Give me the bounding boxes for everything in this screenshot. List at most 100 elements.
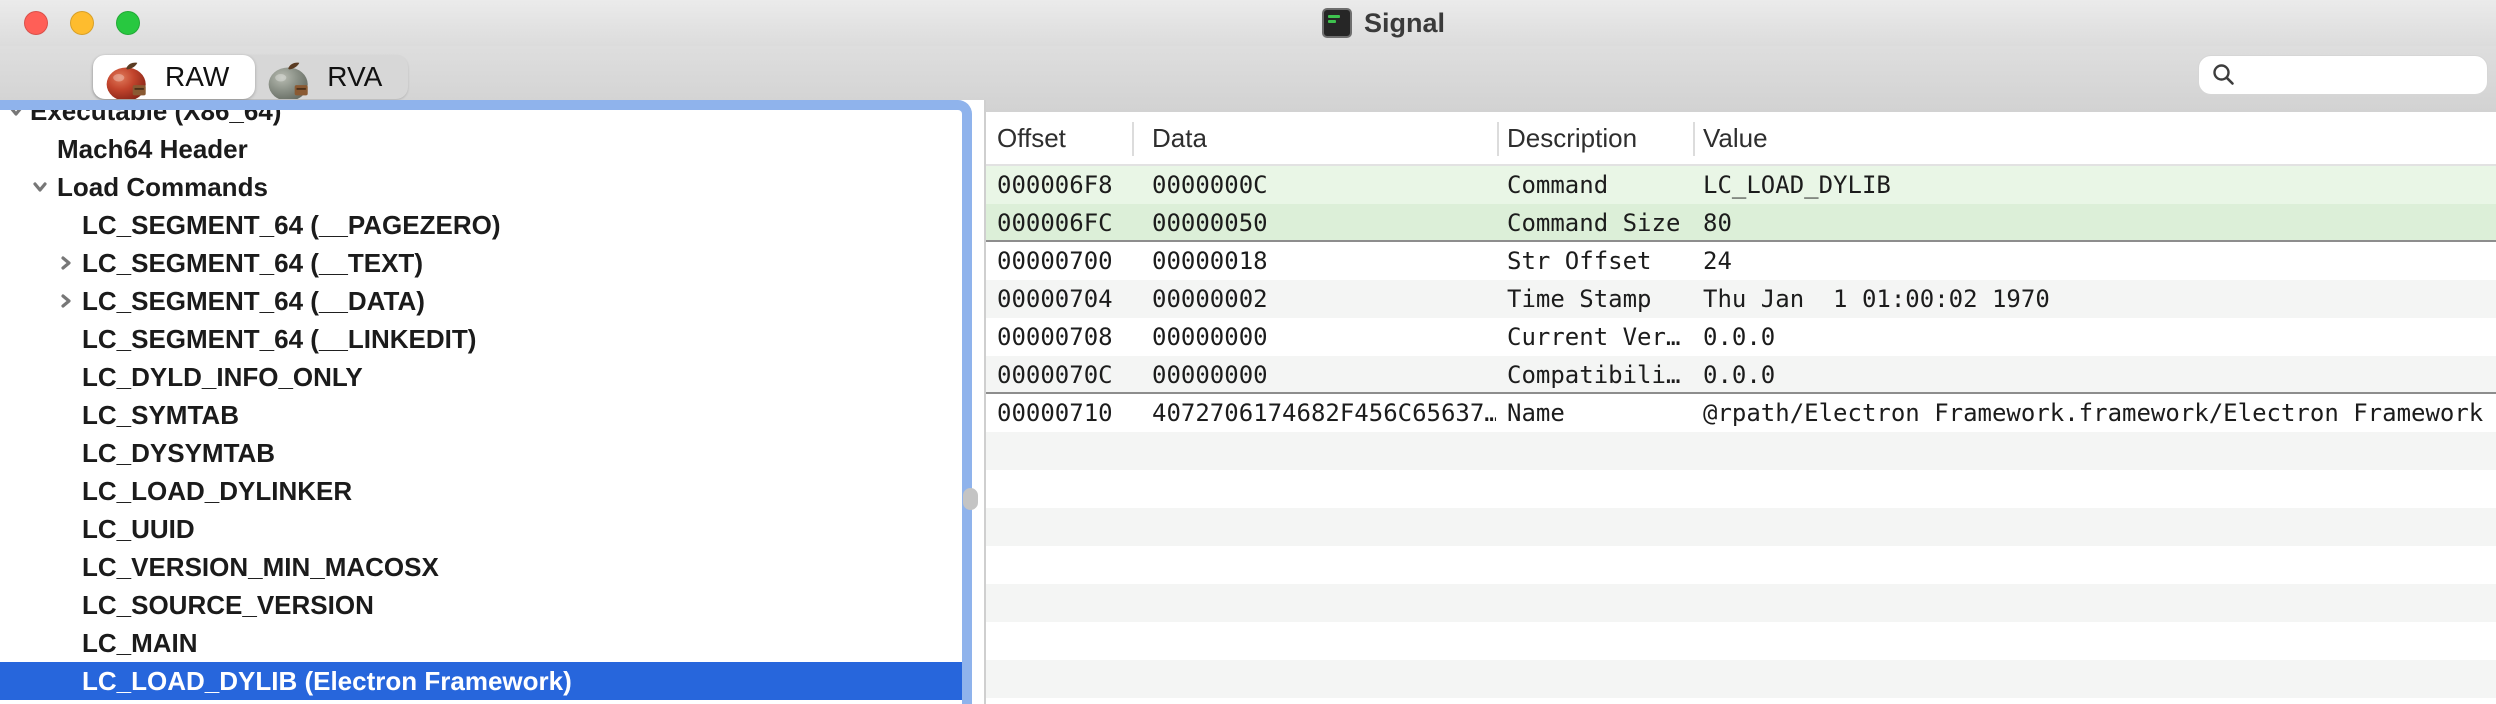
- sidebar-item-lc-segment-64-text[interactable]: LC_SEGMENT_64 (__TEXT): [0, 244, 962, 282]
- column-header-description[interactable]: Description: [1507, 112, 1637, 164]
- title-bar: Signal: [0, 0, 2496, 46]
- window-title: Signal: [1364, 8, 1445, 39]
- table-row-empty: [986, 470, 2496, 508]
- table-row-empty: [986, 584, 2496, 622]
- table-row-offset-00000700[interactable]: 00000700 00000018 Str Offset24: [986, 242, 2496, 280]
- sidebar-item-lc-segment-64-data[interactable]: LC_SEGMENT_64 (__DATA): [0, 282, 962, 320]
- offset-cell: 00000700: [997, 242, 1131, 280]
- table-row-empty: [986, 622, 2496, 660]
- traffic-light-close[interactable]: [24, 11, 48, 35]
- value-cell: 24: [1703, 242, 2493, 280]
- sidebar-item-label: Executable (X86_64): [0, 100, 281, 127]
- document-proxy-icon: [1322, 8, 1352, 38]
- sidebar-item-label: LC_UUID: [0, 514, 195, 545]
- chevron-right-icon[interactable]: [56, 253, 76, 273]
- table-row-offset-000006FC[interactable]: 000006FC00000050Command Size80: [986, 204, 2496, 242]
- sidebar-item-lc-source-version[interactable]: LC_SOURCE_VERSION: [0, 586, 962, 624]
- offset-cell: 0000070C: [997, 356, 1131, 394]
- column-header-offset[interactable]: Offset: [997, 112, 1066, 164]
- description-cell: Str Offset: [1507, 242, 1697, 280]
- table-row-offset-00000710[interactable]: 000007104072706174682F456C65637…Name@rpa…: [986, 394, 2496, 432]
- value-cell: 80: [1703, 204, 2493, 242]
- segment-raw-button[interactable]: .stem{fill:#5a3b22}.trap{fill:#8a5a33}.t…: [93, 55, 255, 99]
- table-row-empty: [986, 698, 2496, 704]
- sidebar-item-label: LC_SYMTAB: [0, 400, 239, 431]
- table-row-offset-00000704[interactable]: 00000704 00000002 Time StampThu Jan 1 01:0…: [986, 280, 2496, 318]
- table-row-empty: [986, 546, 2496, 584]
- value-cell: LC_LOAD_DYLIB: [1703, 166, 2493, 204]
- sidebar-item-lc-dyld-info-only[interactable]: LC_DYLD_INFO_ONLY: [0, 358, 962, 396]
- data-cell: 00000000: [1152, 318, 1496, 356]
- apple-icon: .stem{fill:#5a3b22}.trap{fill:#8a5a33}.t…: [99, 55, 155, 99]
- sidebar-item-lc-segment-64-pagezero[interactable]: LC_SEGMENT_64 (__PAGEZERO): [0, 206, 962, 244]
- sidebar-item-lc-version-min-macosx[interactable]: LC_VERSION_MIN_MACOSX: [0, 548, 962, 586]
- sidebar-item-lc-dysymtab[interactable]: LC_DYSYMTAB: [0, 434, 962, 472]
- data-cell: 4072706174682F456C65637…: [1152, 394, 1496, 432]
- table-row-empty: [986, 660, 2496, 698]
- search-field: [2198, 55, 2488, 95]
- load-commands-tree: Executable (X86_64) Mach64 HeaderLoad Com…: [0, 100, 962, 700]
- offset-cell: 00000704: [997, 280, 1131, 318]
- column-divider[interactable]: [1132, 122, 1134, 156]
- value-cell: 0.0.0: [1703, 356, 2493, 394]
- sidebar-item-label: LC_SOURCE_VERSION: [0, 590, 374, 621]
- table-header: Offset Data Description Value: [986, 112, 2496, 166]
- column-header-value[interactable]: Value: [1703, 112, 1768, 164]
- table-row-empty: [986, 432, 2496, 470]
- sidebar-item-label: LC_SEGMENT_64 (__PAGEZERO): [0, 210, 501, 241]
- description-cell: Current Ver…: [1507, 318, 1697, 356]
- sidebar-item-lc-load-dylinker[interactable]: LC_LOAD_DYLINKER: [0, 472, 962, 510]
- value-cell: Thu Jan 1 01:00:02 1970: [1703, 280, 2493, 318]
- chevron-down-icon[interactable]: [6, 101, 26, 121]
- sidebar-item-label: Mach64 Header: [0, 134, 248, 165]
- sidebar-item-load-commands[interactable]: Load Commands: [0, 168, 962, 206]
- description-cell: Time Stamp: [1507, 280, 1697, 318]
- column-header-data[interactable]: Data: [1152, 112, 1207, 164]
- sidebar-item-lc-load-dylib-electron-framework[interactable]: LC_LOAD_DYLIB (Electron Framework): [0, 662, 972, 700]
- table-row-offset-00000708[interactable]: 0000070800000000Current Ver…0.0.0: [986, 318, 2496, 356]
- apple-icon-gray: [261, 55, 317, 99]
- sidebar-item-lc-symtab[interactable]: LC_SYMTAB: [0, 396, 962, 434]
- sidebar-item-mach64-header[interactable]: Mach64 Header: [0, 130, 962, 168]
- sidebar-item-label: LC_LOAD_DYLINKER: [0, 476, 352, 507]
- chevron-right-icon[interactable]: [56, 291, 76, 311]
- description-cell: Compatibili…: [1507, 356, 1697, 394]
- sidebar-item-label: LC_DYSYMTAB: [0, 438, 275, 469]
- sidebar-item-lc-segment-64-linkedit[interactable]: LC_SEGMENT_64 (__LINKEDIT): [0, 320, 962, 358]
- sidebar-outline-view: Executable (X86_64) Mach64 HeaderLoad Com…: [0, 100, 972, 704]
- data-cell: 0000000C: [1152, 166, 1496, 204]
- segment-raw-label: RAW: [165, 61, 229, 93]
- segment-rva-label: RVA: [327, 61, 382, 93]
- table-row-empty: [986, 508, 2496, 546]
- offset-cell: 00000710: [997, 394, 1131, 432]
- sidebar-item-label: LC_MAIN: [0, 628, 198, 659]
- sidebar-item-executable-x86-64[interactable]: Executable (X86_64): [0, 100, 962, 130]
- table-row-offset-000006F8[interactable]: 000006F80000000CCommandLC_LOAD_DYLIB: [986, 166, 2496, 204]
- search-icon: [2211, 62, 2237, 88]
- column-divider[interactable]: [1497, 122, 1499, 156]
- value-cell: 0.0.0: [1703, 318, 2493, 356]
- sidebar-item-label: LC_VERSION_MIN_MACOSX: [0, 552, 439, 583]
- description-cell: Command Size: [1507, 204, 1697, 242]
- traffic-light-minimize[interactable]: [70, 11, 94, 35]
- segment-rva-button[interactable]: RVA: [255, 55, 408, 99]
- sidebar-item-lc-main[interactable]: LC_MAIN: [0, 624, 962, 662]
- table-body: 000006F80000000CCommandLC_LOAD_DYLIB0000…: [986, 166, 2496, 704]
- traffic-lights: [24, 11, 140, 35]
- column-divider[interactable]: [1693, 122, 1695, 156]
- split-view-divider[interactable]: [972, 100, 986, 704]
- data-cell: 00000018: [1152, 242, 1496, 280]
- chevron-down-icon[interactable]: [30, 177, 50, 197]
- data-cell: 00000002: [1152, 280, 1496, 318]
- data-cell: 00000050: [1152, 204, 1496, 242]
- sidebar-scrollbar-thumb[interactable]: [963, 488, 978, 510]
- sidebar-item-label: LC_DYLD_INFO_ONLY: [0, 362, 363, 393]
- sidebar-item-lc-uuid[interactable]: LC_UUID: [0, 510, 962, 548]
- traffic-light-zoom[interactable]: [116, 11, 140, 35]
- description-cell: Command: [1507, 166, 1697, 204]
- table-row-offset-0000070C[interactable]: 0000070C 00000000 Compatibili…0.0.0: [986, 356, 2496, 394]
- value-cell: @rpath/Electron Framework.framework/Elec…: [1703, 394, 2493, 432]
- data-cell: 00000000: [1152, 356, 1496, 394]
- search-input[interactable]: [2237, 60, 2487, 91]
- raw-rva-segmented-control: .stem{fill:#5a3b22}.trap{fill:#8a5a33}.t…: [93, 55, 408, 99]
